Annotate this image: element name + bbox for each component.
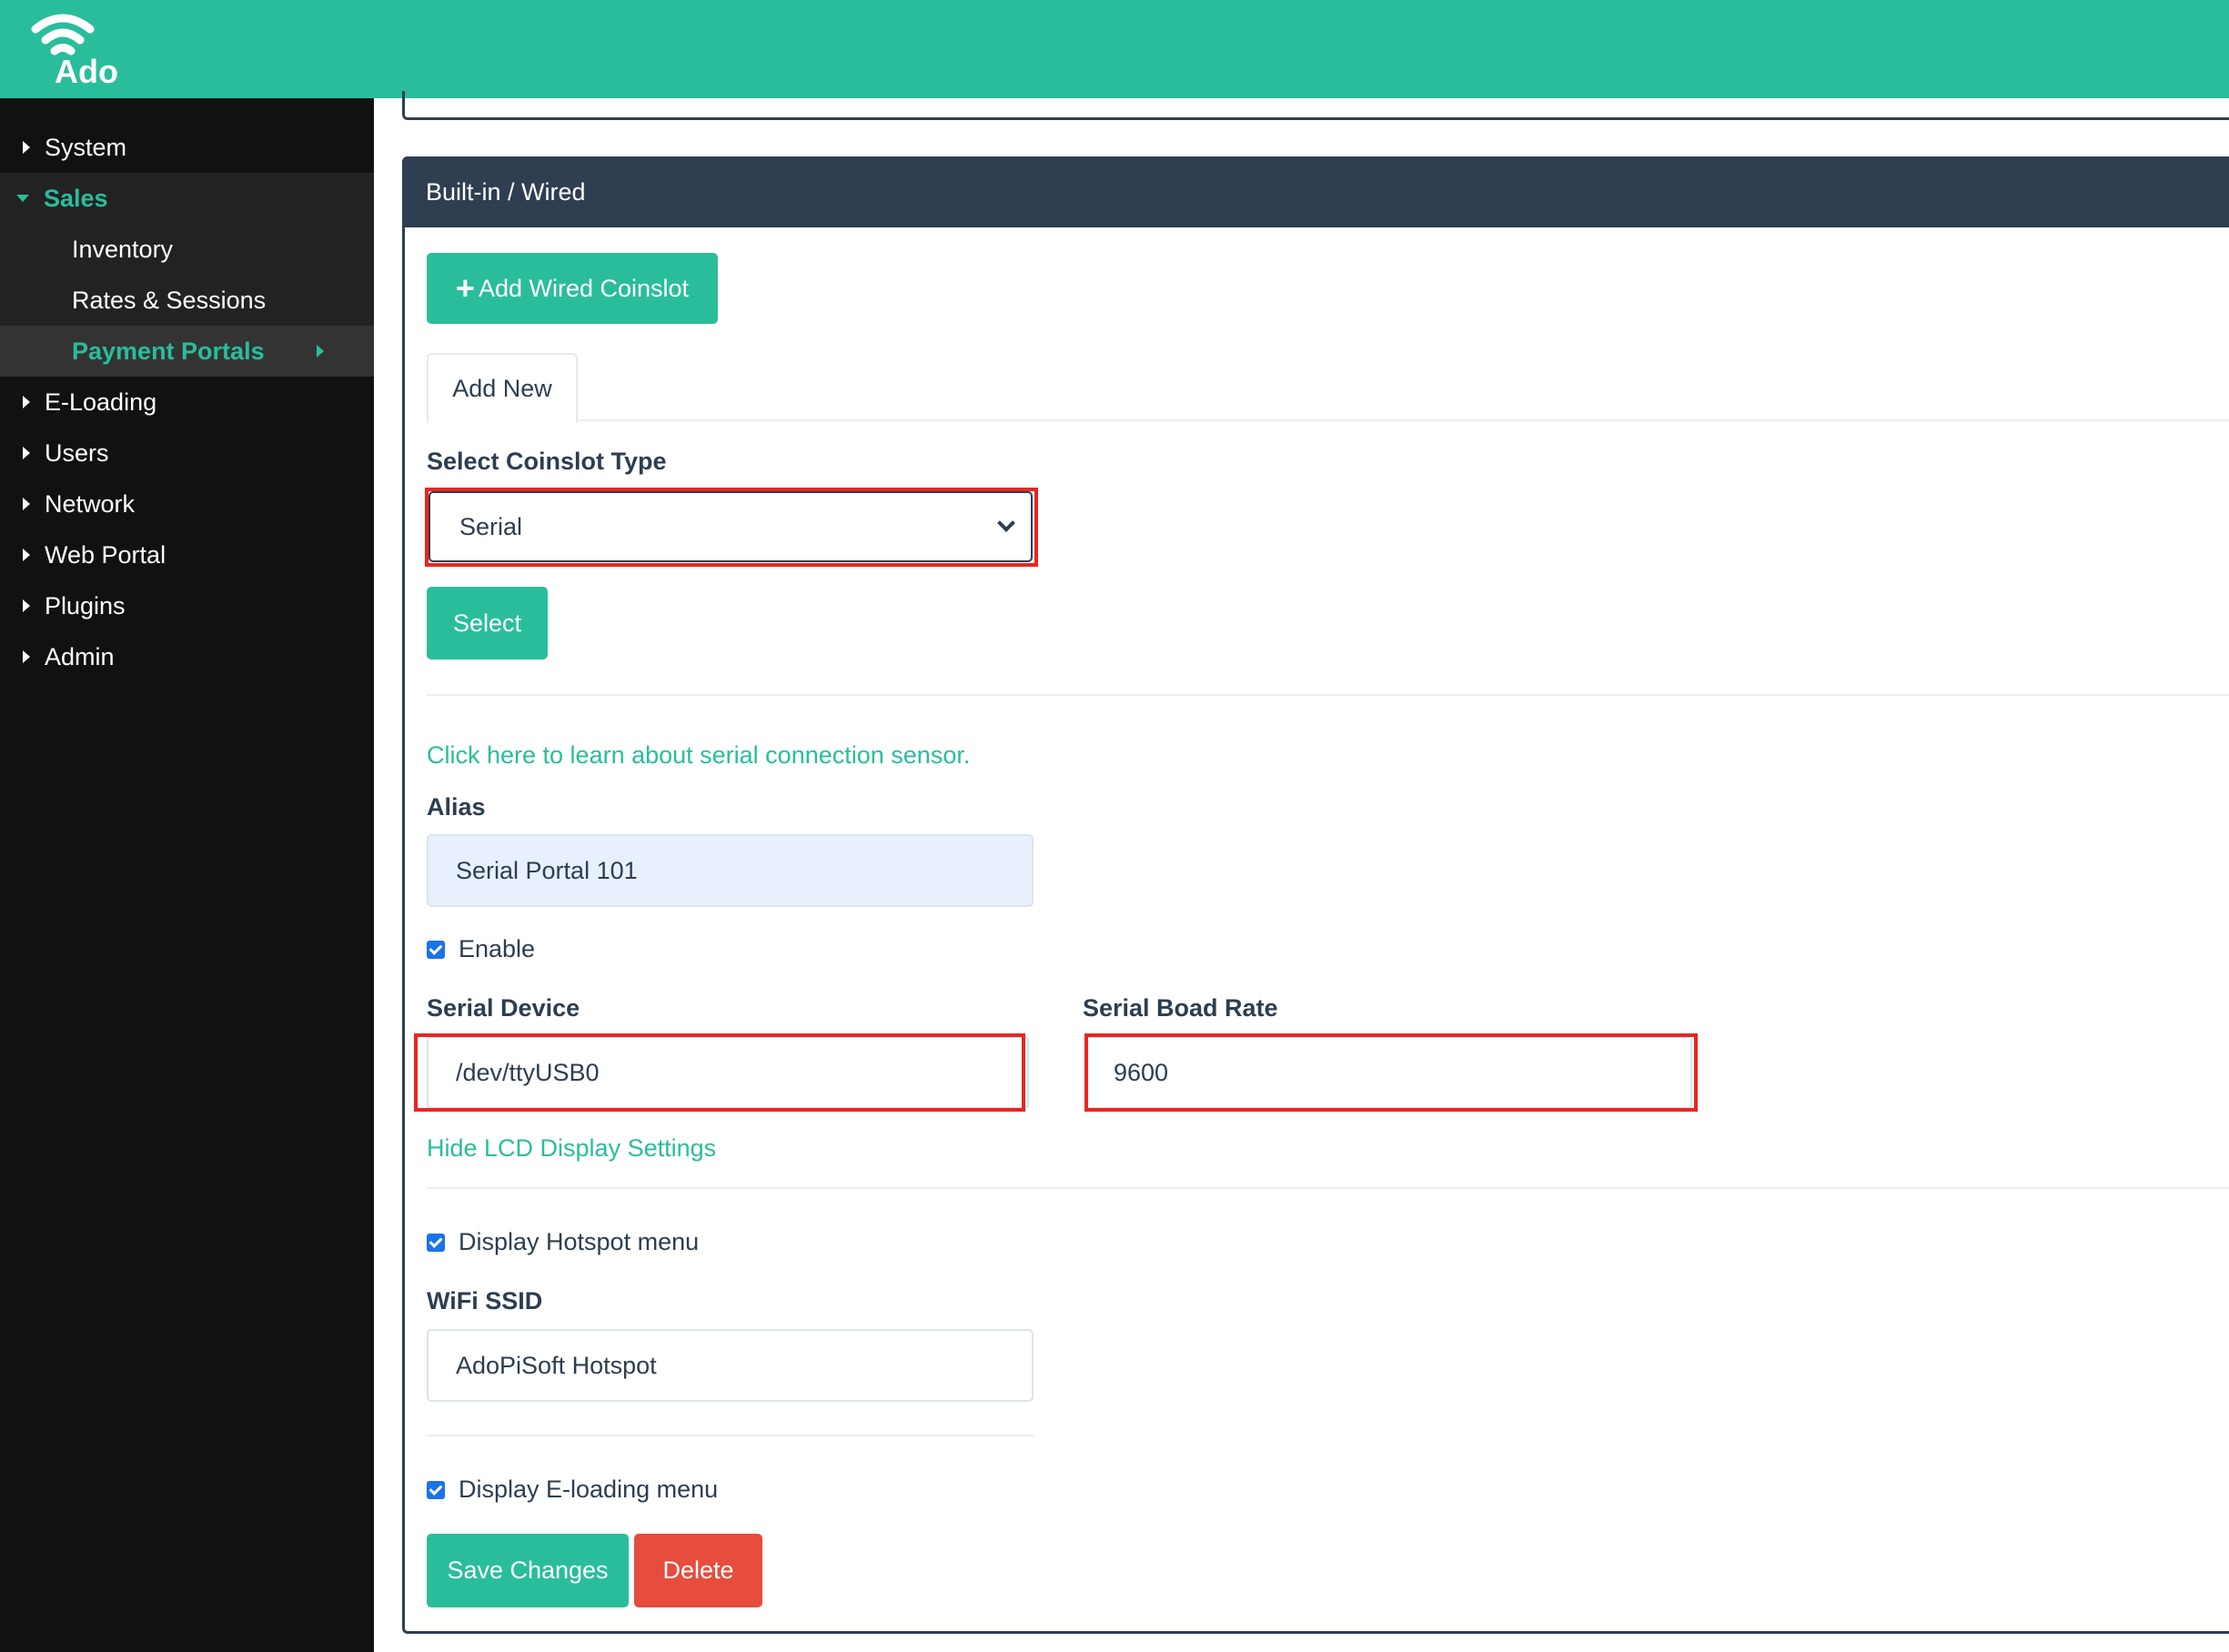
tab-label: Add New bbox=[452, 375, 552, 402]
sidebar-item-sales[interactable]: Sales bbox=[0, 173, 374, 224]
learn-serial-sensor-link[interactable]: Click here to learn about serial connect… bbox=[427, 741, 970, 770]
sidebar-item-label: Plugins bbox=[45, 591, 126, 620]
hide-lcd-settings-link[interactable]: Hide LCD Display Settings bbox=[427, 1134, 716, 1163]
sidebar-item-system[interactable]: System bbox=[0, 122, 374, 173]
serial-device-label: Serial Device bbox=[427, 994, 580, 1022]
highlight-box bbox=[1084, 1033, 1698, 1112]
checkbox-label: Enable bbox=[459, 935, 536, 962]
button-label: Delete bbox=[662, 1556, 734, 1584]
sidebar-item-label: Network bbox=[45, 489, 136, 518]
sidebar-item-users[interactable]: Users bbox=[0, 428, 374, 478]
checkbox-label: Display Hotspot menu bbox=[459, 1228, 700, 1255]
divider bbox=[427, 1187, 2229, 1189]
caret-right-icon bbox=[23, 447, 30, 459]
select-coinslot-type-label: Select Coinslot Type bbox=[427, 448, 667, 475]
sidebar-item-label: System bbox=[45, 133, 127, 161]
card-header: Built-in / Wired bbox=[402, 156, 2229, 227]
divider bbox=[427, 1435, 1034, 1436]
wifi-ssid-input[interactable]: AdoPiSoft Hotspot bbox=[427, 1329, 1034, 1402]
alias-input[interactable]: Serial Portal 101 bbox=[427, 834, 1034, 907]
tab-divider bbox=[427, 419, 2229, 421]
input-value: AdoPiSoft Hotspot bbox=[456, 1351, 657, 1379]
sidebar-item-label: Payment Portals bbox=[72, 337, 265, 365]
caret-right-icon bbox=[23, 549, 30, 561]
caret-right-icon bbox=[23, 498, 30, 510]
sidebar-item-network[interactable]: Network bbox=[0, 478, 374, 529]
add-wired-coinslot-button[interactable]: + Add Wired Coinslot bbox=[427, 253, 718, 324]
button-label: Save Changes bbox=[447, 1556, 609, 1584]
delete-button[interactable]: Delete bbox=[634, 1534, 762, 1607]
wifi-ssid-label: WiFi SSID bbox=[427, 1287, 543, 1315]
button-label: Add Wired Coinslot bbox=[478, 274, 690, 302]
sidebar-item-label: Users bbox=[45, 438, 109, 467]
select-value: Serial bbox=[459, 512, 523, 540]
caret-right-icon bbox=[23, 396, 30, 408]
display-eloading-checkbox[interactable]: Display E-loading menu bbox=[427, 1476, 718, 1504]
top-bar bbox=[0, 0, 2229, 98]
select-button[interactable]: Select bbox=[427, 587, 548, 660]
enable-checkbox[interactable]: Enable bbox=[427, 935, 535, 963]
serial-baud-rate-label: Serial Boad Rate bbox=[1083, 994, 1278, 1022]
checkbox-checked-icon bbox=[427, 1233, 445, 1252]
divider bbox=[427, 694, 2229, 696]
sidebar-item-inventory[interactable]: Inventory bbox=[0, 224, 374, 275]
sidebar-item-label: Rates & Sessions bbox=[72, 286, 267, 314]
sidebar-item-rates-sessions[interactable]: Rates & Sessions bbox=[0, 275, 374, 326]
sidebar-item-label: Sales bbox=[44, 184, 108, 212]
alias-label: Alias bbox=[427, 793, 486, 821]
save-changes-button[interactable]: Save Changes bbox=[427, 1534, 629, 1607]
sidebar-item-plugins[interactable]: Plugins bbox=[0, 580, 374, 631]
sidebar-item-label: Web Portal bbox=[45, 540, 166, 569]
caret-down-icon bbox=[16, 195, 29, 202]
checkbox-checked-icon bbox=[427, 1480, 445, 1499]
highlight-box bbox=[414, 1033, 1025, 1112]
caret-right-icon bbox=[23, 141, 30, 154]
logo-text: Ado bbox=[55, 53, 118, 90]
caret-right-icon bbox=[317, 345, 324, 358]
coinslot-type-select[interactable]: Serial bbox=[429, 491, 1033, 562]
chevron-down-icon bbox=[997, 514, 1015, 532]
logo[interactable]: Ado bbox=[27, 11, 118, 90]
previous-card bbox=[402, 91, 2229, 120]
caret-right-icon bbox=[23, 599, 30, 612]
button-label: Select bbox=[452, 609, 522, 637]
sidebar-item-label: E-Loading bbox=[45, 388, 157, 416]
sidebar-item-label: Inventory bbox=[72, 235, 174, 263]
card-title: Built-in / Wired bbox=[426, 177, 586, 206]
tab-add-new[interactable]: Add New bbox=[427, 353, 578, 423]
sidebar-item-label: Admin bbox=[45, 642, 115, 670]
caret-right-icon bbox=[23, 650, 30, 663]
input-value: Serial Portal 101 bbox=[456, 856, 638, 884]
checkbox-label: Display E-loading menu bbox=[459, 1476, 719, 1503]
sidebar-item-web-portal[interactable]: Web Portal bbox=[0, 529, 374, 580]
checkbox-checked-icon bbox=[427, 940, 445, 959]
sidebar-item-e-loading[interactable]: E-Loading bbox=[0, 377, 374, 428]
sidebar-item-payment-portals[interactable]: Payment Portals bbox=[0, 326, 374, 377]
sidebar-item-admin[interactable]: Admin bbox=[0, 631, 374, 682]
display-hotspot-checkbox[interactable]: Display Hotspot menu bbox=[427, 1228, 699, 1256]
plus-icon: + bbox=[455, 269, 475, 307]
